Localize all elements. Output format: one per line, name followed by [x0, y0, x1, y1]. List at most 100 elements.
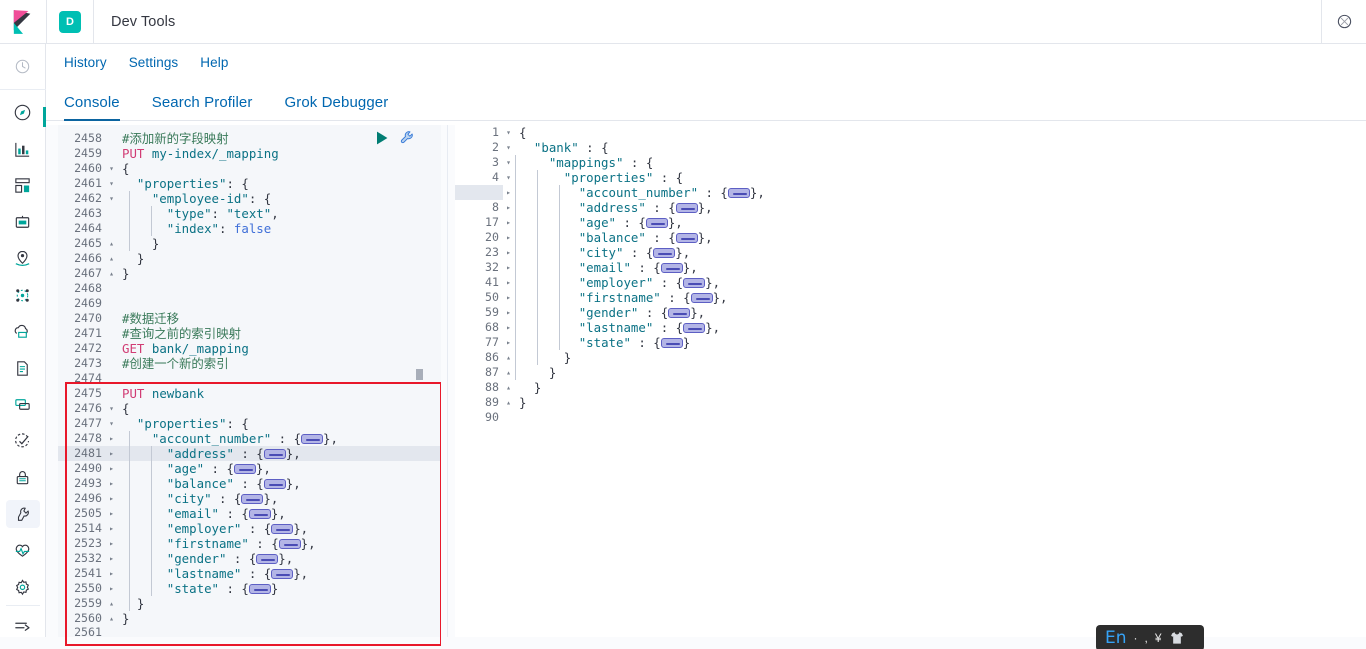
code-line[interactable]: 2465 ▴ } — [58, 236, 441, 251]
tab-grok-debugger[interactable]: Grok Debugger — [284, 94, 388, 120]
tab-search-profiler[interactable]: Search Profiler — [152, 94, 253, 120]
code-line[interactable]: 2469 — [58, 296, 441, 311]
collapsed-object-widget[interactable] — [675, 232, 698, 243]
fold-marker[interactable]: ▸ — [106, 461, 117, 476]
collapsed-object-widget[interactable] — [271, 523, 294, 534]
code-line[interactable]: 90 — [455, 410, 1366, 425]
collapsed-object-widget[interactable] — [241, 493, 264, 504]
ime-input-indicator[interactable]: En · , ¥ — [1096, 625, 1204, 649]
collapsed-object-widget[interactable] — [668, 307, 691, 318]
code-line[interactable]: 1 ▾ { — [455, 125, 1366, 140]
collapsed-object-widget[interactable] — [248, 583, 271, 594]
t-shirt-icon[interactable] — [1169, 630, 1185, 646]
request-actions-wrench-button[interactable] — [398, 129, 416, 147]
code-line[interactable]: 2475 PUT newbank — [58, 386, 441, 401]
sidebar-item-infrastructure[interactable] — [0, 318, 46, 345]
code-line[interactable]: 50 ▸ "firstname" : {}, — [455, 290, 1366, 305]
fold-marker[interactable]: ▾ — [106, 416, 117, 431]
code-line[interactable]: 2532 ▸ "gender" : {}, — [58, 551, 441, 566]
code-line[interactable]: 2471 #查询之前的索引映射 — [58, 326, 441, 341]
code-line-active[interactable]: 2481 ▸ "address" : {}, — [58, 446, 441, 461]
fold-marker[interactable]: ▴ — [503, 365, 514, 380]
code-line[interactable]: 17 ▸ "age" : {}, — [455, 215, 1366, 230]
sidebar-item-machine-learning[interactable] — [0, 282, 46, 309]
code-line[interactable]: 87 ▴ } — [455, 365, 1366, 380]
code-line[interactable]: 2477 ▾ "properties": { — [58, 416, 441, 431]
collapsed-object-widget[interactable] — [263, 478, 286, 489]
code-line[interactable]: 2550 ▸ "state" : {} — [58, 581, 441, 596]
collapsed-object-widget[interactable] — [660, 337, 683, 348]
code-line[interactable]: 41 ▸ "employer" : {}, — [455, 275, 1366, 290]
code-line[interactable]: 2496 ▸ "city" : {}, — [58, 491, 441, 506]
request-editor-lines[interactable]: 2457 2458 #添加新的字段映射 2459 PUT my-index/_mappi… — [58, 125, 441, 638]
sidebar-item-management[interactable] — [0, 573, 46, 600]
code-line[interactable]: 32 ▸ "email" : {}, — [455, 260, 1366, 275]
fold-marker[interactable]: ▸ — [503, 305, 514, 320]
code-line[interactable]: 2473 #创建一个新的索引 — [58, 356, 441, 371]
code-line[interactable]: 2468 — [58, 281, 441, 296]
collapsed-object-widget[interactable] — [256, 553, 279, 564]
collapsed-object-widget[interactable] — [301, 433, 324, 444]
code-line[interactable]: 2466 ▴ } — [58, 251, 441, 266]
fold-marker[interactable]: ▴ — [503, 395, 514, 410]
fold-marker[interactable]: ▾ — [503, 140, 514, 155]
ime-symbol-halfwidth[interactable]: ¥ — [1155, 632, 1162, 644]
fold-marker[interactable]: ▴ — [503, 380, 514, 395]
code-line[interactable]: 2460 ▾ { — [58, 161, 441, 176]
code-line[interactable]: 89 ▴} — [455, 395, 1366, 410]
menu-item-help[interactable]: Help — [200, 55, 228, 70]
ime-symbol-comma[interactable]: , — [1145, 632, 1148, 644]
sidebar-item-maps[interactable] — [0, 245, 46, 272]
collapsed-object-widget[interactable] — [675, 202, 698, 213]
code-line[interactable]: 2478 ▸ "account_number" : {}, — [58, 431, 441, 446]
help-button[interactable] — [1322, 0, 1366, 44]
code-line[interactable]: 2462 ▾ "employee-id": { — [58, 191, 441, 206]
code-line[interactable]: 2514 ▸ "employer" : {}, — [58, 521, 441, 536]
code-line[interactable]: 2464 "index": false — [58, 221, 441, 236]
code-line[interactable]: 2505 ▸ "email" : {}, — [58, 506, 441, 521]
collapsed-object-widget[interactable] — [233, 463, 256, 474]
code-line[interactable]: 2474 — [58, 371, 441, 386]
sidebar-item-collapse-nav[interactable] — [0, 612, 46, 639]
fold-marker[interactable]: ▸ — [503, 290, 514, 305]
fold-marker[interactable]: ▾ — [106, 191, 117, 206]
collapsed-object-widget[interactable] — [683, 277, 706, 288]
collapsed-object-widget[interactable] — [690, 292, 713, 303]
collapsed-object-widget[interactable] — [263, 448, 286, 459]
code-line[interactable]: 20 ▸ "balance" : {}, — [455, 230, 1366, 245]
code-line[interactable]: 2472 GET bank/_mapping — [58, 341, 441, 356]
fold-marker[interactable]: ▾ — [503, 170, 514, 185]
fold-marker[interactable]: ▸ — [106, 476, 117, 491]
request-editor-scrollbar-thumb[interactable] — [416, 369, 423, 380]
sidebar-item-apm[interactable] — [0, 391, 46, 418]
sidebar-item-visualize[interactable] — [0, 136, 46, 163]
fold-marker[interactable]: ▾ — [106, 401, 117, 416]
fold-marker[interactable]: ▸ — [503, 245, 514, 260]
fold-marker[interactable]: ▸ — [503, 320, 514, 335]
collapsed-object-widget[interactable] — [271, 568, 294, 579]
fold-marker[interactable]: ▸ — [503, 260, 514, 275]
collapsed-object-widget[interactable] — [727, 187, 750, 198]
fold-marker[interactable]: ▸ — [503, 335, 514, 350]
code-line[interactable]: 2470 #数据迁移 — [58, 311, 441, 326]
fold-marker[interactable]: ▸ — [503, 275, 514, 290]
collapsed-object-widget[interactable] — [645, 217, 668, 228]
collapsed-object-widget[interactable] — [653, 247, 676, 258]
code-line[interactable]: 86 ▴ } — [455, 350, 1366, 365]
code-line[interactable]: 2523 ▸ "firstname" : {}, — [58, 536, 441, 551]
fold-marker[interactable]: ▾ — [106, 161, 117, 176]
code-line[interactable]: 2 ▾ "bank" : { — [455, 140, 1366, 155]
fold-marker[interactable]: ▸ — [106, 446, 117, 461]
fold-marker[interactable]: ▸ — [503, 230, 514, 245]
sidebar-item-dev-tools[interactable] — [5, 500, 40, 528]
fold-marker[interactable]: ▴ — [503, 350, 514, 365]
fold-marker[interactable]: ▴ — [106, 266, 117, 281]
code-line[interactable]: 3 ▾ "mappings" : { — [455, 155, 1366, 170]
code-line[interactable]: 2560 ▴} — [58, 611, 441, 626]
code-line[interactable]: 2559 ▴ } — [58, 596, 441, 611]
sidebar-item-dashboard[interactable] — [0, 172, 46, 199]
fold-marker[interactable]: ▸ — [106, 431, 117, 446]
sidebar-item-siem[interactable] — [0, 464, 46, 491]
fold-marker[interactable]: ▸ — [106, 536, 117, 551]
code-line[interactable]: 4 ▾ "properties" : { — [455, 170, 1366, 185]
